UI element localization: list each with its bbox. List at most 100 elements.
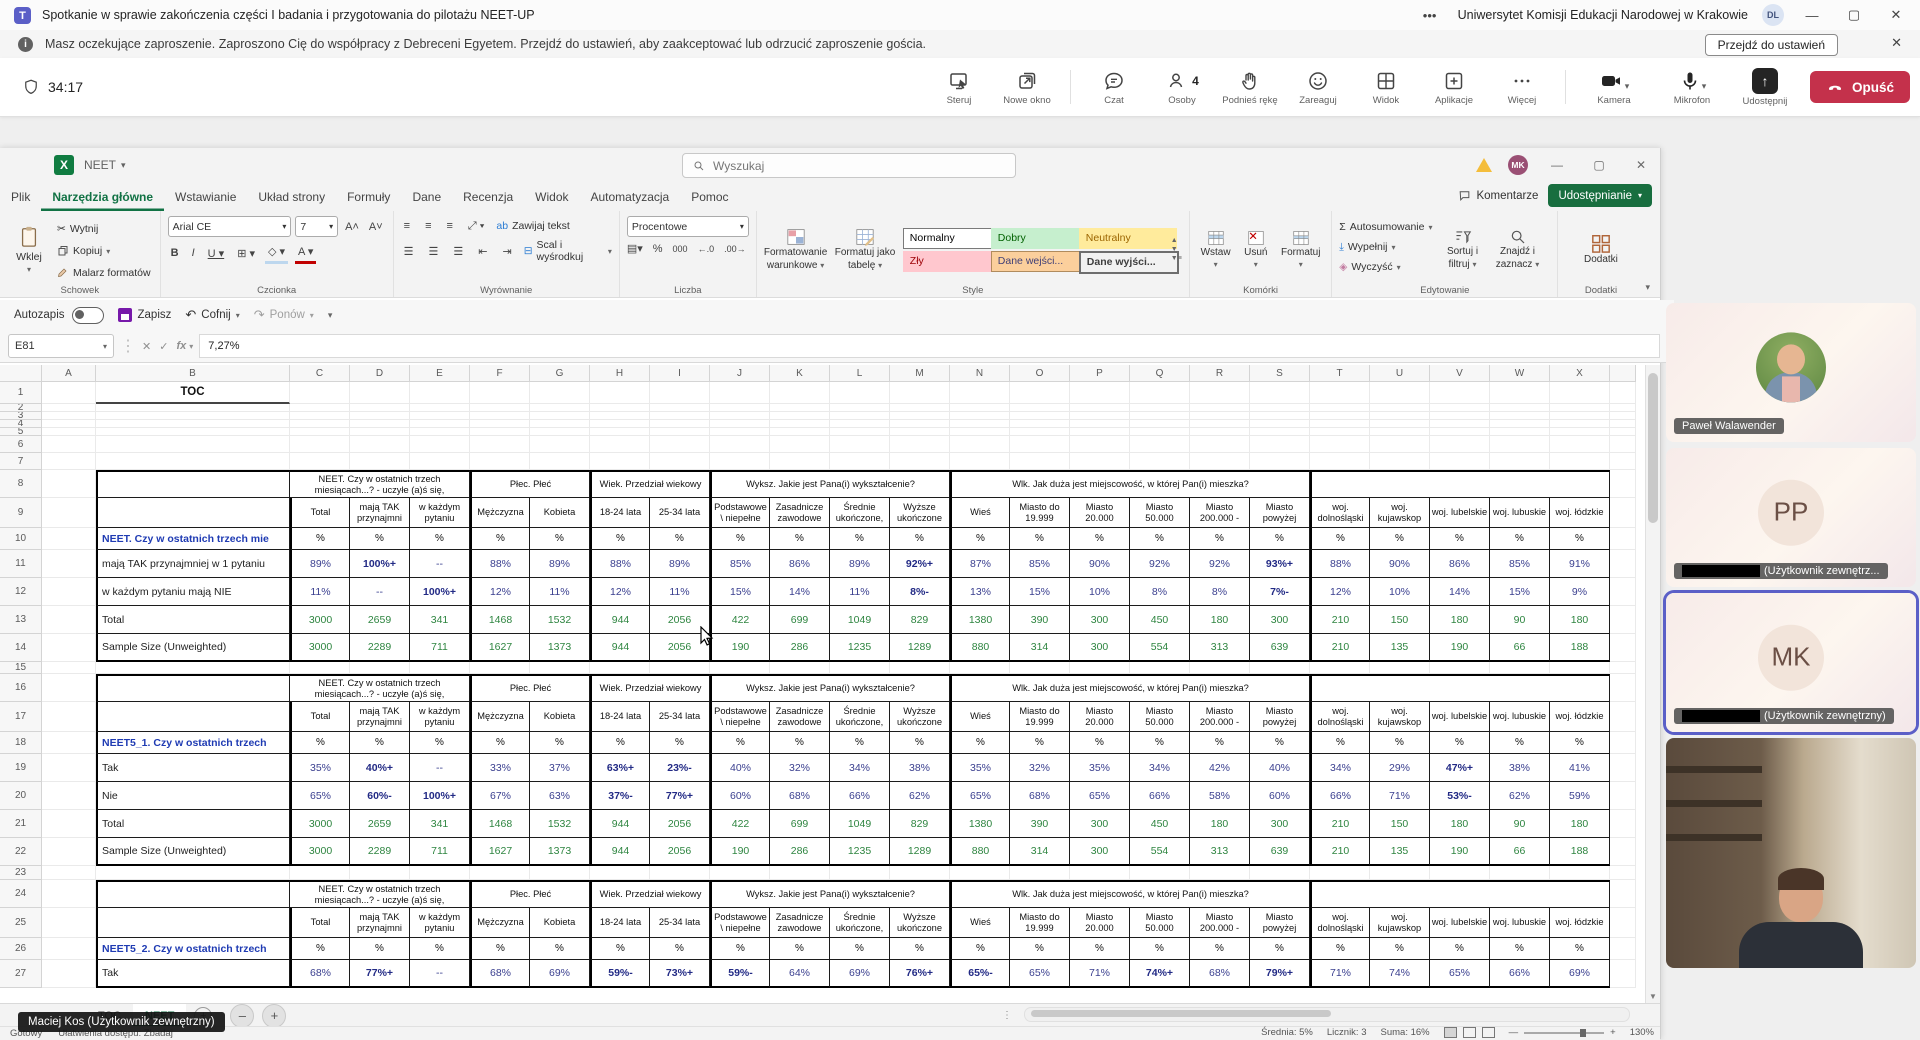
cell[interactable] (1610, 880, 1636, 908)
italic-button[interactable]: I (189, 244, 198, 263)
value-cell[interactable]: 66% (1130, 782, 1190, 810)
column-header[interactable]: B (96, 365, 290, 382)
cell[interactable] (710, 866, 770, 880)
value-cell[interactable]: 15% (1490, 578, 1550, 606)
value-cell[interactable]: 2659 (350, 606, 410, 634)
column-header-cell[interactable]: Miasto do 19.999 (1010, 702, 1070, 732)
row-header[interactable]: 14 (0, 634, 42, 662)
cell[interactable] (890, 428, 950, 436)
percent-cell[interactable]: % (350, 732, 410, 754)
row-header[interactable]: 18 (0, 732, 42, 754)
percent-cell[interactable]: % (830, 732, 890, 754)
cell[interactable] (1250, 866, 1310, 880)
cell[interactable] (650, 866, 710, 880)
clear-button[interactable]: ◈Wyczyść▾ (1339, 258, 1432, 276)
cell[interactable] (1010, 453, 1070, 470)
value-cell[interactable]: 37%- (590, 782, 650, 810)
value-cell[interactable]: 89% (650, 550, 710, 578)
value-cell[interactable]: 210 (1310, 838, 1370, 866)
value-cell[interactable]: 180 (1190, 606, 1250, 634)
value-cell[interactable]: 92%+ (890, 550, 950, 578)
cell[interactable] (42, 412, 96, 420)
cell[interactable] (290, 420, 350, 428)
value-cell[interactable]: 65% (1010, 960, 1070, 988)
row-header[interactable]: 22 (0, 838, 42, 866)
value-cell[interactable]: 300 (1250, 606, 1310, 634)
cell[interactable] (410, 420, 470, 428)
column-header-cell[interactable]: 18-24 lata (590, 498, 650, 528)
decrease-indent-icon[interactable]: ⇤ (475, 242, 490, 261)
column-header-cell[interactable]: woj. kujawskop (1370, 908, 1430, 938)
value-cell[interactable]: 1627 (470, 838, 530, 866)
column-header-cell[interactable]: mają TAK przynajmni (350, 908, 410, 938)
row-header[interactable]: 20 (0, 782, 42, 810)
participant-tile[interactable]: PP(Użytkownik zewnętrz... (1666, 448, 1916, 587)
column-header-cell[interactable]: Miasto powyżej (1250, 908, 1310, 938)
value-cell[interactable]: 69% (530, 960, 590, 988)
warning-icon[interactable] (1476, 158, 1492, 172)
ribbon-tab-wstawianie[interactable]: Wstawianie (164, 182, 247, 211)
value-cell[interactable]: -- (410, 550, 470, 578)
value-cell[interactable]: 1235 (830, 634, 890, 662)
percent-cell[interactable]: % (1310, 732, 1370, 754)
value-cell[interactable]: 90% (1370, 550, 1430, 578)
cell[interactable] (1310, 382, 1370, 404)
column-header[interactable]: V (1430, 365, 1490, 382)
cell[interactable] (650, 382, 710, 404)
apps-button[interactable]: Aplikacje (1423, 69, 1485, 106)
row-header[interactable]: 5 (0, 428, 42, 436)
value-cell[interactable]: 35% (1070, 754, 1130, 782)
column-header-cell[interactable]: Zasadnicze zawodowe (770, 702, 830, 732)
value-cell[interactable]: 3000 (290, 838, 350, 866)
cell[interactable] (1250, 428, 1310, 436)
insert-cells-button[interactable]: Wstaw▾ (1201, 216, 1231, 283)
row-header[interactable]: 13 (0, 606, 42, 634)
percent-cell[interactable]: % (290, 732, 350, 754)
percent-cell[interactable]: % (950, 732, 1010, 754)
value-cell[interactable]: 314 (1010, 634, 1070, 662)
cell[interactable] (1190, 420, 1250, 428)
cell[interactable] (1550, 866, 1610, 880)
view-button[interactable]: Widok (1355, 69, 1417, 106)
column-header-cell[interactable]: Zasadnicze zawodowe (770, 908, 830, 938)
column-header-cell[interactable]: Miasto 200.000 - (1190, 908, 1250, 938)
cell[interactable] (96, 498, 290, 528)
document-title[interactable]: NEET▾ (84, 148, 126, 182)
number-format-select[interactable]: Procentowe▾ (627, 216, 749, 237)
cell[interactable] (1490, 453, 1550, 470)
percent-cell[interactable]: % (710, 732, 770, 754)
value-cell[interactable]: 711 (410, 838, 470, 866)
column-header-cell[interactable]: Miasto 50.000 (1130, 702, 1190, 732)
question-label-cell[interactable]: NEET5_2. Czy w ostatnich trzech (96, 938, 290, 960)
cell[interactable] (830, 428, 890, 436)
row-header[interactable]: 25 (0, 908, 42, 938)
group-header-cell[interactable]: Wyksz. Jakie jest Pana(i) wykształcenie? (710, 880, 950, 908)
column-header-cell[interactable]: woj. kujawskop (1370, 702, 1430, 732)
decrease-decimal-icon[interactable]: .00→ (724, 244, 746, 254)
ribbon-tab-widok[interactable]: Widok (524, 182, 579, 211)
redo-button[interactable]: ↷ Ponów ▾ (254, 307, 314, 323)
value-cell[interactable]: 944 (590, 634, 650, 662)
value-cell[interactable]: 300 (1070, 634, 1130, 662)
cell[interactable] (96, 866, 290, 880)
cell[interactable] (42, 428, 96, 436)
cell[interactable] (1190, 436, 1250, 453)
cell[interactable] (830, 404, 890, 412)
value-cell[interactable]: 10% (1070, 578, 1130, 606)
group-header-cell[interactable]: Wyksz. Jakie jest Pana(i) wykształcenie? (710, 674, 950, 702)
value-cell[interactable]: 93%+ (1250, 550, 1310, 578)
column-header-cell[interactable]: woj. dolnośląski (1310, 498, 1370, 528)
cell[interactable] (1610, 470, 1636, 498)
value-cell[interactable]: 1627 (470, 634, 530, 662)
column-header-cell[interactable]: 18-24 lata (590, 702, 650, 732)
cell[interactable] (1130, 420, 1190, 428)
cell[interactable] (1430, 866, 1490, 880)
toc-link-cell[interactable]: TOC (96, 382, 290, 404)
cell[interactable] (350, 412, 410, 420)
cell[interactable] (42, 782, 96, 810)
value-cell[interactable]: 14% (770, 578, 830, 606)
column-header-cell[interactable]: Miasto 20.000 (1070, 908, 1130, 938)
cell[interactable] (530, 404, 590, 412)
value-cell[interactable]: 85% (1490, 550, 1550, 578)
cell[interactable] (1070, 453, 1130, 470)
